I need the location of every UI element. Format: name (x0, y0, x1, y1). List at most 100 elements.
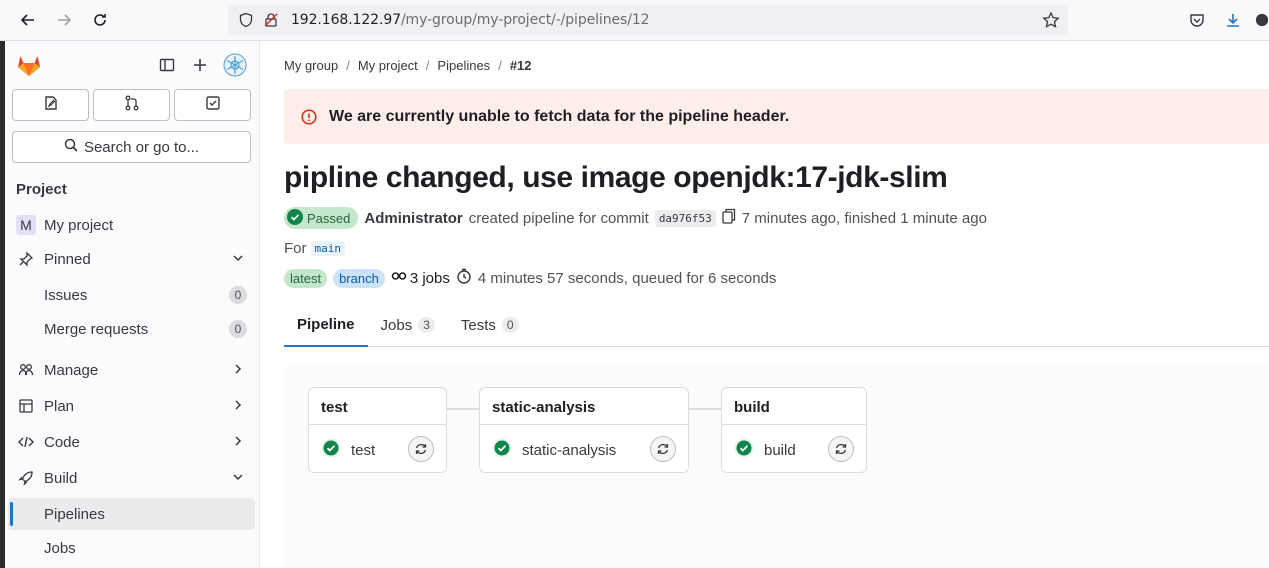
stage-connector (446, 408, 480, 410)
sidebar-item-jobs[interactable]: Jobs (8, 532, 255, 564)
job-build[interactable]: build (734, 434, 854, 466)
sidebar-item-pinned[interactable]: Pinned (8, 243, 255, 275)
bookmark-star-icon[interactable] (1042, 11, 1060, 34)
main-content: My group / My project / Pipelines / #12 … (261, 41, 1269, 568)
job-test[interactable]: test (321, 434, 434, 466)
stage-build: build build (721, 387, 867, 473)
tab-tests[interactable]: Tests 0 (448, 303, 532, 347)
code-icon (8, 434, 44, 450)
issues-count-badge: 0 (229, 286, 247, 304)
pipeline-icon (391, 268, 407, 288)
forward-icon[interactable] (52, 8, 76, 32)
branch-badge: branch (333, 268, 385, 288)
sidebar-item-pipelines[interactable]: Pipelines (8, 498, 255, 530)
sidebar-item-build[interactable]: Build (8, 462, 255, 494)
breadcrumb-current[interactable]: #12 (510, 58, 532, 73)
insecure-lock-icon[interactable] (263, 12, 279, 33)
sidebar-toggle-icon[interactable] (155, 53, 179, 77)
chevron-right-icon (231, 362, 245, 380)
sidebar: Search or go to... Project M My project … (5, 41, 260, 568)
copy-icon[interactable] (722, 208, 736, 228)
sidebar-item-label: My project (44, 216, 114, 234)
jobs-count: 3 jobs (391, 268, 450, 288)
sidebar-item-merge-requests[interactable]: Merge requests 0 (8, 313, 255, 345)
job-name: build (764, 441, 796, 459)
ref-line: For main (284, 240, 345, 257)
sidebar-item-project[interactable]: M My project (8, 209, 255, 241)
search-icon (64, 138, 78, 156)
merge-request-icon (124, 95, 140, 116)
gitlab-logo-icon[interactable] (15, 51, 43, 79)
pipeline-timing: 7 minutes ago, finished 1 minute ago (741, 209, 987, 227)
pipeline-graph: test test static-analysis static-analysi… (284, 366, 1269, 568)
back-icon[interactable] (16, 8, 40, 32)
address-bar[interactable]: 192.168.122.97/my-group/my-project/-/pip… (228, 5, 1068, 35)
breadcrumb-pipelines-link[interactable]: Pipelines (437, 58, 490, 73)
pipeline-tags: latest branch 3 jobs 4 minutes 57 second… (284, 268, 776, 288)
chevron-right-icon (231, 434, 245, 452)
sidebar-item-label: Issues (44, 286, 88, 304)
sidebar-item-label: Jobs (44, 539, 76, 557)
todo-shortcut-button[interactable] (174, 89, 251, 121)
merge-requests-shortcut-button[interactable] (93, 89, 170, 121)
stage-static-analysis: static-analysis static-analysis (479, 387, 689, 473)
tab-jobs[interactable]: Jobs 3 (368, 303, 448, 347)
user-avatar-icon[interactable] (223, 53, 247, 77)
plus-icon[interactable] (188, 53, 212, 77)
download-icon[interactable] (1221, 8, 1245, 32)
retry-icon[interactable] (650, 436, 676, 462)
pipeline-duration: 4 minutes 57 seconds, queued for 6 secon… (477, 269, 777, 287)
issues-icon (43, 95, 59, 116)
pocket-icon[interactable] (1185, 8, 1209, 32)
tab-label: Tests (460, 316, 496, 334)
stage-title: static-analysis (492, 399, 596, 416)
branch-ref-link[interactable]: main (310, 241, 345, 256)
sidebar-item-issues[interactable]: Issues 0 (8, 279, 255, 311)
url-text[interactable]: 192.168.122.97/my-group/my-project/-/pip… (291, 12, 650, 28)
tab-label: Jobs (380, 316, 413, 334)
sidebar-item-code[interactable]: Code (8, 426, 255, 458)
plan-board-icon (8, 398, 44, 414)
breadcrumb: My group / My project / Pipelines / #12 (284, 58, 532, 73)
retry-icon[interactable] (828, 436, 854, 462)
retry-icon[interactable] (408, 436, 434, 462)
chevron-right-icon (231, 398, 245, 416)
pipeline-tabs: Pipeline Jobs 3 Tests 0 (284, 303, 1269, 347)
breadcrumb-project-link[interactable]: My project (358, 58, 418, 73)
status-label: Passed (307, 210, 351, 226)
tab-label: Pipeline (297, 315, 355, 333)
author-link[interactable]: Administrator (364, 210, 462, 227)
todo-check-icon (205, 95, 221, 116)
search-button[interactable]: Search or go to... (12, 131, 251, 163)
job-name: static-analysis (522, 441, 617, 459)
job-success-icon (321, 438, 341, 463)
extension-icon[interactable] (1255, 8, 1269, 32)
job-static-analysis[interactable]: static-analysis (492, 434, 676, 466)
stage-connector (688, 408, 722, 410)
breadcrumb-separator: / (425, 58, 430, 73)
sidebar-section-title: Project (16, 181, 67, 198)
url-host: 192.168.122.97 (291, 12, 401, 28)
for-label: For (284, 240, 307, 257)
status-success-icon (287, 208, 303, 228)
tab-pipeline[interactable]: Pipeline (284, 303, 368, 347)
rocket-icon (8, 470, 44, 486)
error-icon (301, 108, 317, 125)
alert-message: We are currently unable to fetch data fo… (329, 107, 790, 125)
sidebar-item-manage[interactable]: Manage (8, 354, 255, 386)
url-path: /my-group/my-project/-/pipelines/12 (400, 12, 650, 28)
reload-icon[interactable] (88, 8, 112, 32)
tab-count-badge: 3 (418, 317, 435, 333)
sidebar-item-label: Manage (44, 361, 99, 379)
sidebar-item-label: Pipelines (44, 505, 105, 523)
sidebar-item-label: Build (44, 469, 78, 487)
stage-test: test test (308, 387, 447, 473)
status-badge[interactable]: Passed (284, 207, 359, 229)
breadcrumb-group-link[interactable]: My group (284, 58, 338, 73)
issues-shortcut-button[interactable] (12, 89, 89, 121)
latest-badge: latest (284, 268, 328, 288)
chevron-down-icon (231, 251, 245, 269)
job-success-icon (734, 438, 754, 463)
commit-sha[interactable]: da976f53 (654, 209, 716, 227)
sidebar-item-plan[interactable]: Plan (8, 390, 255, 422)
